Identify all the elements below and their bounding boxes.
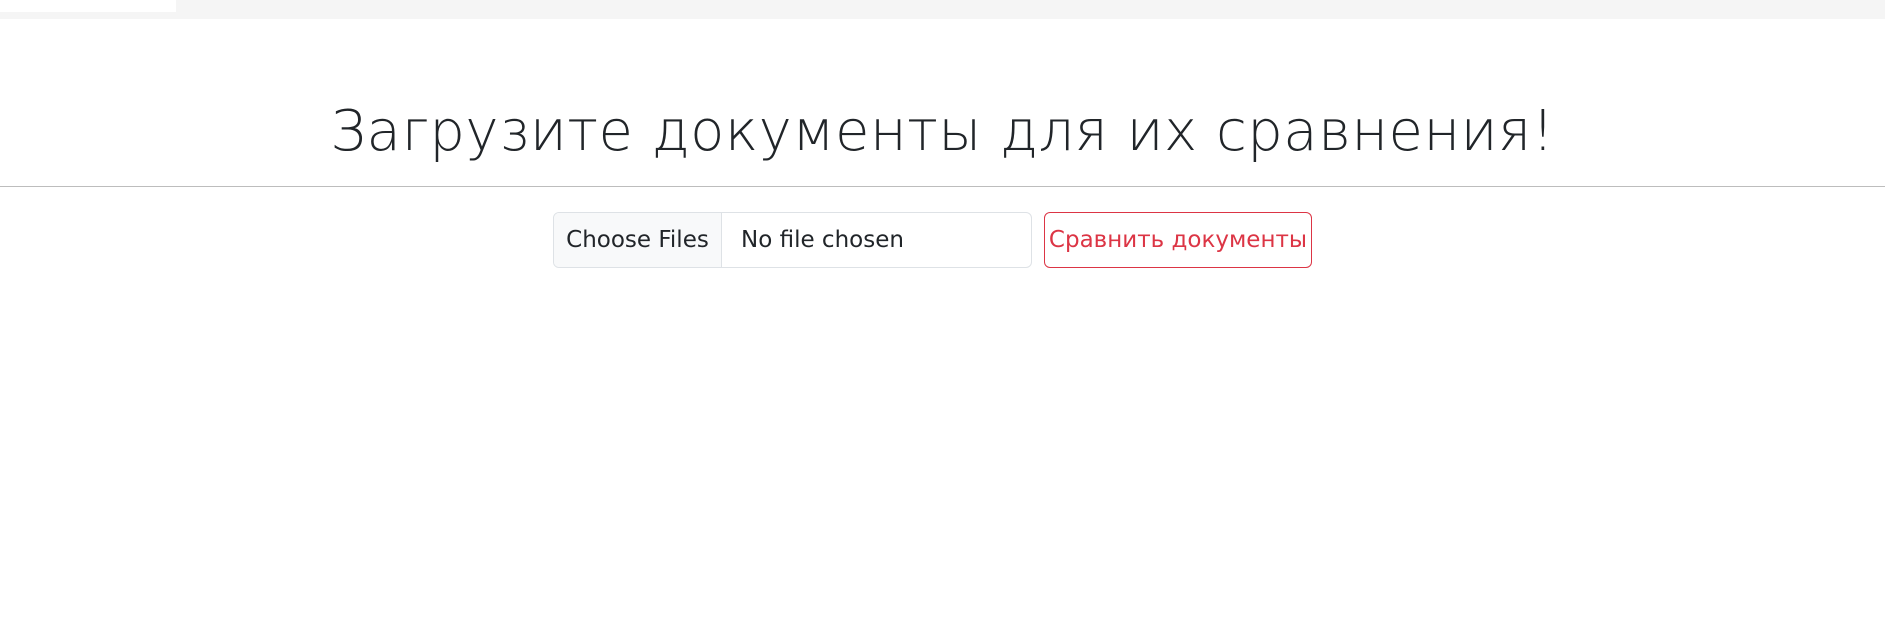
page-title: Загрузите документы для их сравнения! (330, 99, 1555, 164)
compare-documents-button[interactable]: Сравнить документы (1044, 212, 1312, 268)
choose-files-button[interactable]: Choose Files (554, 213, 722, 267)
top-strip (0, 0, 1885, 19)
title-divider (0, 186, 1885, 187)
top-strip-label (0, 0, 176, 12)
file-input[interactable]: Choose Files No file chosen (553, 212, 1032, 268)
upload-form: Choose Files No file chosen Сравнить док… (553, 212, 1312, 268)
file-status-text: No file chosen (741, 227, 904, 253)
